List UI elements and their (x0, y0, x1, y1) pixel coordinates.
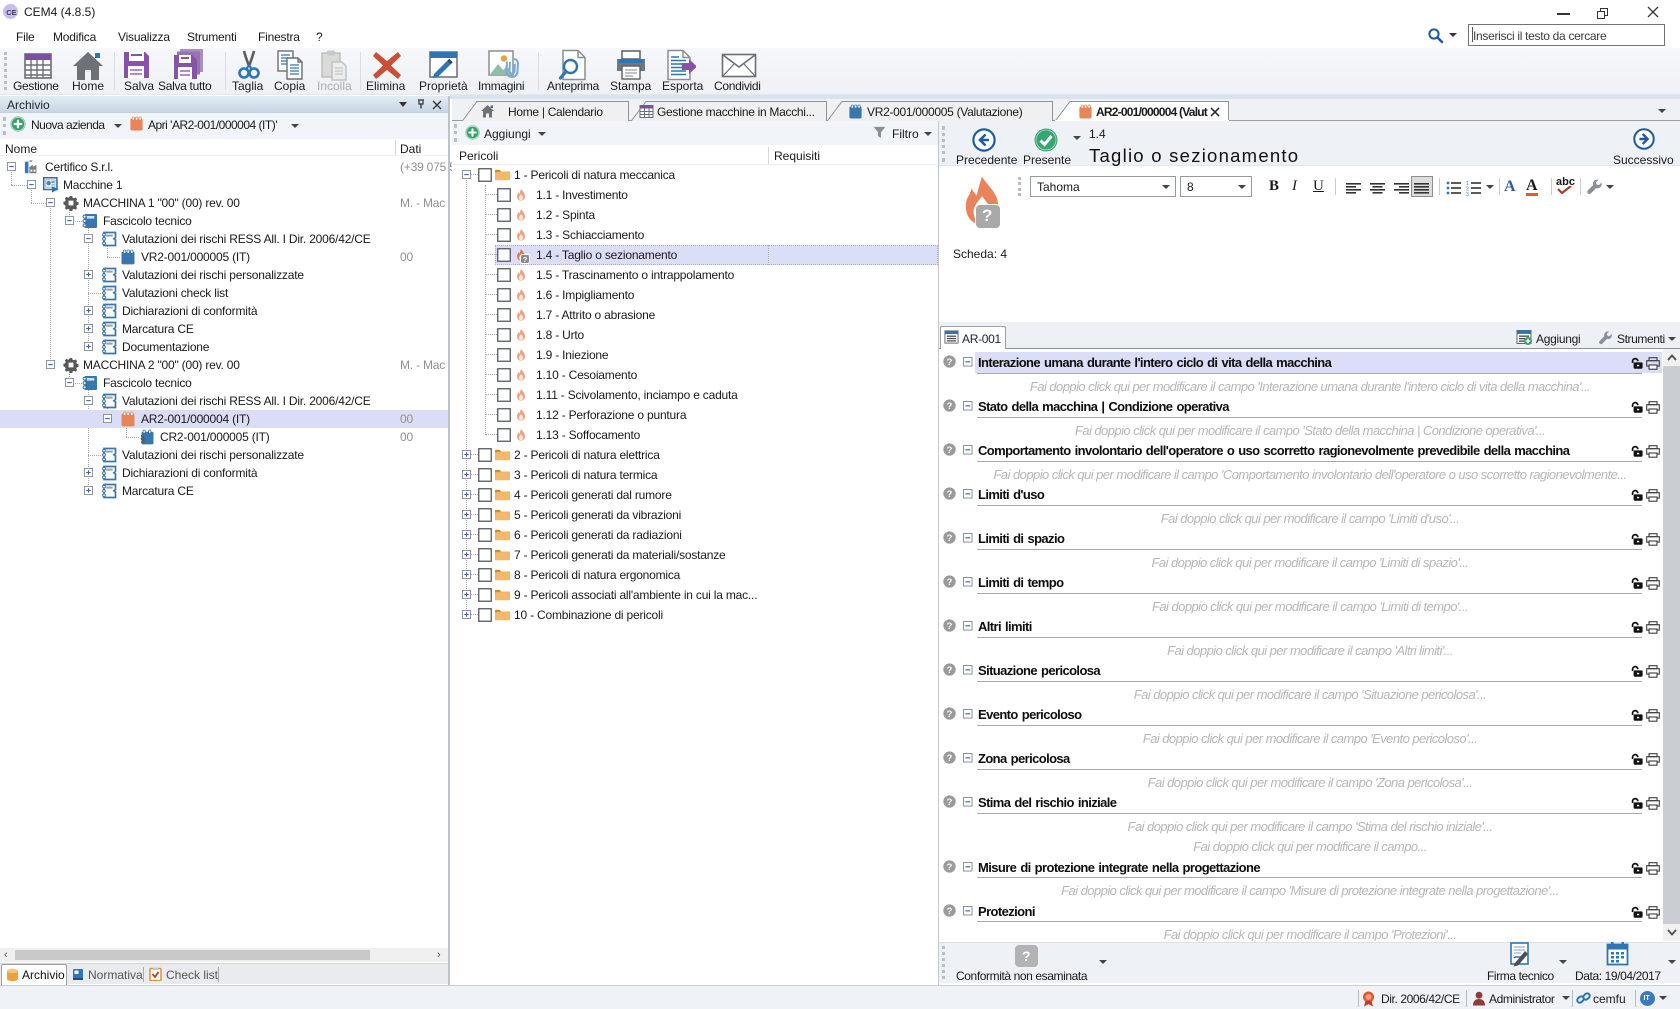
svg-text:?: ? (523, 255, 528, 264)
